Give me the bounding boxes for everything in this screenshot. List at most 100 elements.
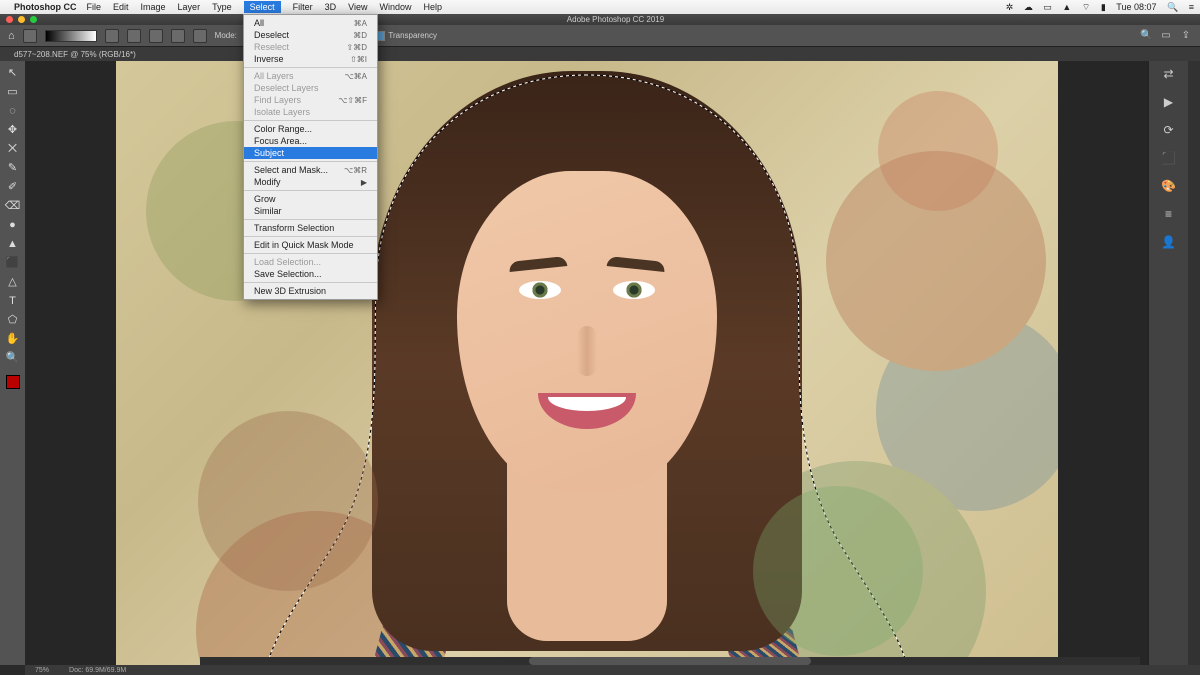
menu-view[interactable]: View [348, 2, 367, 12]
tool-icon[interactable]: ⌫ [5, 198, 21, 214]
menu-help[interactable]: Help [423, 2, 442, 12]
app-name: Photoshop CC [14, 2, 77, 12]
panel-icon[interactable]: ⇄ [1160, 67, 1178, 85]
panel-icon[interactable]: ⟳ [1160, 123, 1178, 141]
menu-file[interactable]: File [87, 2, 102, 12]
canvas-area [25, 61, 1148, 665]
tool-icon[interactable]: ▭ [5, 84, 21, 100]
menu-item-subject[interactable]: Subject [244, 147, 377, 159]
menu-separator [244, 190, 377, 191]
menu-filter[interactable]: Filter [293, 2, 313, 12]
tool-icon[interactable]: ⬛ [5, 255, 21, 271]
menu-item-deselect-layers: Deselect Layers [244, 82, 377, 94]
panel-icon[interactable]: ≡ [1160, 207, 1178, 225]
panel-icon[interactable]: ⬛ [1160, 151, 1178, 169]
menu-item-find-layers: Find Layers⌥⇧⌘F [244, 94, 377, 106]
zoom-icon[interactable] [30, 16, 37, 23]
app-window: Adobe Photoshop CC 2019 ⌂ Mode: Opacity:… [0, 14, 1200, 675]
horizontal-scrollbar[interactable] [200, 657, 1140, 665]
home-icon[interactable]: ⌂ [8, 30, 15, 42]
menu-item-edit-in-quick-mask-mode[interactable]: Edit in Quick Mask Mode [244, 239, 377, 251]
tool-icon[interactable]: ✋ [5, 331, 21, 347]
menu-image[interactable]: Image [141, 2, 166, 12]
wifi-icon[interactable]: ⌔ [1082, 2, 1090, 12]
clock[interactable]: Tue 08:07 [1116, 2, 1156, 12]
doc-layout-icon[interactable] [23, 29, 37, 43]
mac-menubar: Photoshop CC File Edit Image Layer Type Selec… [0, 0, 1200, 14]
battery-icon[interactable]: ▮ [1101, 2, 1106, 12]
document-tab[interactable]: d577~208.NEF @ 75% (RGB/16*) [14, 50, 136, 59]
zoom-level[interactable]: 75% [35, 667, 49, 674]
menu-item-transform-selection[interactable]: Transform Selection [244, 222, 377, 234]
gradient-type-diamond-icon[interactable] [193, 29, 207, 43]
menu-item-color-range[interactable]: Color Range... [244, 123, 377, 135]
tool-icon[interactable]: ◌ [5, 103, 21, 119]
menu-item-focus-area[interactable]: Focus Area... [244, 135, 377, 147]
workspace-icon[interactable]: ▭ [1160, 30, 1172, 42]
options-bar: ⌂ Mode: Opacity: Reverse Dither Transpar… [0, 25, 1200, 47]
tool-icon[interactable]: ↖ [5, 65, 21, 81]
menu-item-all-layers: All Layers⌥⌘A [244, 70, 377, 82]
panel-icon[interactable]: 🎨 [1160, 179, 1178, 197]
tool-icon[interactable]: ✎ [5, 160, 21, 176]
gradient-preview[interactable] [45, 30, 97, 42]
search-icon[interactable]: 🔍 [1140, 30, 1152, 42]
menu-item-save-selection[interactable]: Save Selection... [244, 268, 377, 280]
window-title: Adobe Photoshop CC 2019 [37, 15, 1194, 24]
menu-select[interactable]: Select [244, 1, 281, 13]
menu-item-modify[interactable]: Modify▶ [244, 176, 377, 188]
menu-separator [244, 236, 377, 237]
menu-item-all[interactable]: All⌘A [244, 17, 377, 29]
menu-item-deselect[interactable]: Deselect⌘D [244, 29, 377, 41]
menu-separator [244, 282, 377, 283]
tool-icon[interactable]: ✐ [5, 179, 21, 195]
gradient-type-radial-icon[interactable] [127, 29, 141, 43]
menu-item-grow[interactable]: Grow [244, 193, 377, 205]
color-swatch[interactable] [6, 375, 20, 389]
minimize-icon[interactable] [18, 16, 25, 23]
tool-icon[interactable]: ▲ [5, 236, 21, 252]
tool-icon[interactable]: T [5, 293, 21, 309]
menu-separator [244, 67, 377, 68]
display-icon[interactable]: ▭ [1043, 2, 1052, 12]
mode-label: Mode: [215, 31, 237, 40]
menu-3d[interactable]: 3D [325, 2, 337, 12]
work-area: ↖ ▭ ◌ ✥ ⨉ ✎ ✐ ⌫ ● ▲ ⬛ △ T ⬠ ✋ 🔍 [0, 61, 1200, 665]
tool-icon[interactable]: ⨉ [5, 141, 21, 157]
tools-panel: ↖ ▭ ◌ ✥ ⨉ ✎ ✐ ⌫ ● ▲ ⬛ △ T ⬠ ✋ 🔍 [0, 61, 25, 665]
menu-separator [244, 219, 377, 220]
share-icon[interactable]: ⇪ [1180, 30, 1192, 42]
menu-item-inverse[interactable]: Inverse⇧⌘I [244, 53, 377, 65]
tool-icon[interactable]: △ [5, 274, 21, 290]
menu-item-new-3d-extrusion[interactable]: New 3D Extrusion [244, 285, 377, 297]
gradient-type-reflected-icon[interactable] [171, 29, 185, 43]
menu-type[interactable]: Type [212, 2, 232, 12]
select-menu-dropdown[interactable]: All⌘ADeselect⌘DReselect⇧⌘DInverse⇧⌘IAll … [243, 14, 378, 300]
menu-item-select-and-mask[interactable]: Select and Mask...⌥⌘R [244, 164, 377, 176]
status-bar: 75% Doc: 69.9M/69.9M [25, 665, 1200, 675]
spotlight-icon[interactable]: 🔍 [1167, 2, 1178, 12]
menu-separator [244, 120, 377, 121]
menu-edit[interactable]: Edit [113, 2, 129, 12]
right-panel-gutter [1188, 61, 1200, 665]
transparency-checkbox[interactable]: Transparency [375, 31, 437, 41]
menu-layer[interactable]: Layer [178, 2, 201, 12]
scrollbar-thumb[interactable] [529, 657, 811, 665]
notification-icon[interactable]: ≡ [1189, 2, 1194, 12]
menu-item-similar[interactable]: Similar [244, 205, 377, 217]
tool-icon[interactable]: ● [5, 217, 21, 233]
tool-icon[interactable]: ⬠ [5, 312, 21, 328]
menu-window[interactable]: Window [379, 2, 411, 12]
tool-icon[interactable]: 🔍 [5, 350, 21, 366]
cloud-icon[interactable]: ☁ [1024, 2, 1033, 12]
airplay-icon[interactable]: ▲ [1062, 2, 1071, 12]
dropbox-icon[interactable]: ✲ [1006, 2, 1014, 12]
gradient-type-linear-icon[interactable] [105, 29, 119, 43]
panel-icon[interactable]: 👤 [1160, 235, 1178, 253]
traffic-lights[interactable] [6, 16, 37, 23]
panel-icon[interactable]: ▶ [1160, 95, 1178, 113]
window-titlebar: Adobe Photoshop CC 2019 [0, 14, 1200, 25]
close-icon[interactable] [6, 16, 13, 23]
gradient-type-angle-icon[interactable] [149, 29, 163, 43]
tool-icon[interactable]: ✥ [5, 122, 21, 138]
